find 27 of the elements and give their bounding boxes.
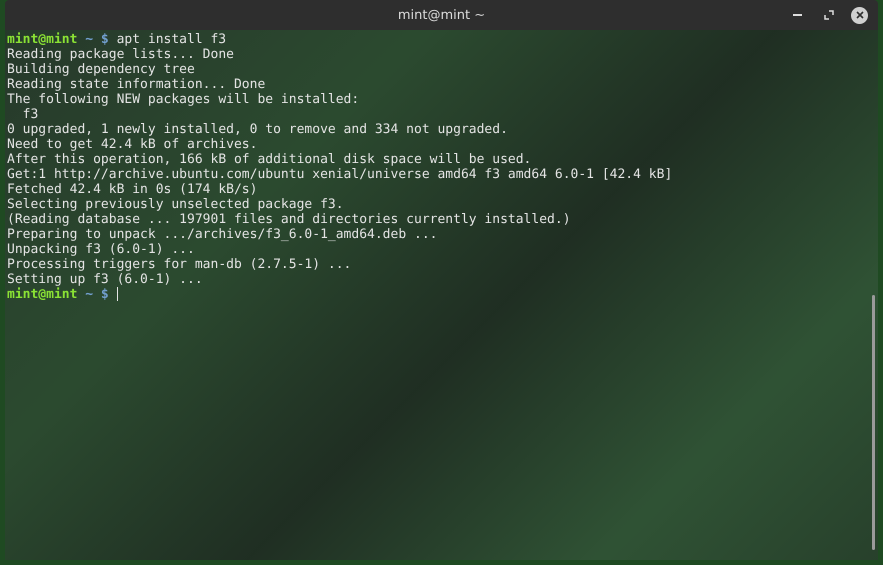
scrollbar[interactable] [872,295,875,550]
maximize-icon [824,10,834,20]
prompt-path: ~ $ [85,287,109,302]
output-line: Unpacking f3 (6.0-1) ... [7,242,195,257]
output-line: The following NEW packages will be installed: [7,92,360,107]
output-line: (Reading database ... 197901 files and directories currently installed.) [7,212,571,227]
output-line: Processing triggers for man-db (2.7.5-1) ... [7,257,352,272]
output-line: Reading state information... Done [7,77,266,92]
output-line: Setting up f3 (6.0-1) ... [7,272,203,287]
output-line: After this operation, 166 kB of additional disk space will be used. [7,152,532,167]
prompt-user: mint@mint [7,287,78,302]
close-button[interactable] [851,6,868,24]
close-icon [856,11,864,19]
output-line: Reading package lists... Done [7,47,234,62]
command-text: apt install f3 [116,32,226,47]
output-line: Fetched 42.4 kB in 0s (174 kB/s) [7,182,258,197]
output-line: Building dependency tree [7,62,195,77]
output-line: f3 [22,107,38,122]
output-line: Selecting previously unselected package f3. [7,197,344,212]
prompt-path: ~ $ [85,32,109,47]
output-line: Get:1 http://archive.ubuntu.com/ubuntu xenial/universe amd64 f3 amd64 6.0-1 [42.4 kB] [7,167,672,182]
output-line: Need to get 42.4 kB of archives. [7,137,258,152]
prompt-user: mint@mint [7,32,78,47]
output-line: 0 upgraded, 1 newly installed, 0 to remove and 334 not upgraded. [7,122,508,137]
window-title: mint@mint ~ [398,8,486,22]
minimize-icon [793,14,802,16]
output-line: Preparing to unpack .../archives/f3_6.0-1_amd64.deb ... [7,227,438,242]
